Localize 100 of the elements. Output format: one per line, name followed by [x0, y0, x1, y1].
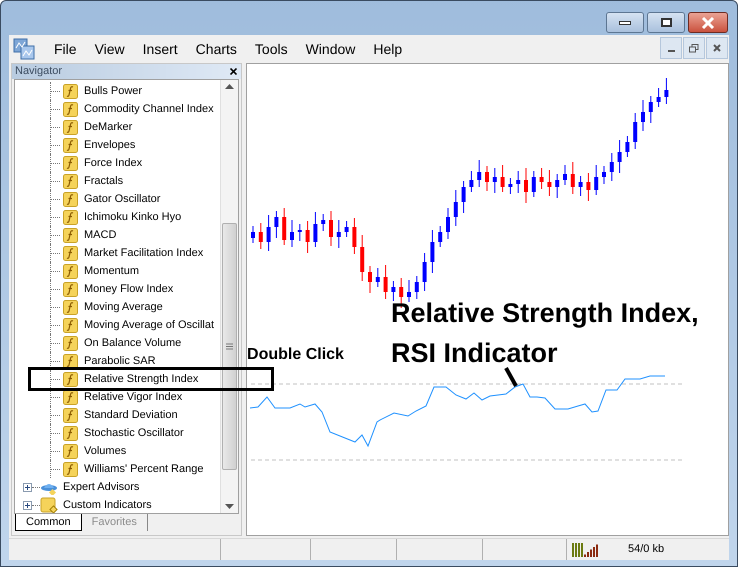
indicator-item[interactable]: MACD [84, 228, 116, 242]
folder-item[interactable]: Custom Indicators [63, 496, 152, 513]
indicator-item[interactable]: Force Index [84, 156, 142, 170]
close-icon[interactable] [230, 68, 238, 75]
expand-icon[interactable] [23, 482, 32, 492]
candlestick [462, 180, 466, 214]
app-icon [13, 38, 35, 60]
menu-item[interactable]: File [45, 38, 86, 60]
indicator-item[interactable]: Ichimoku Kinko Hyo [84, 210, 182, 224]
function-icon [63, 156, 78, 170]
menu-item[interactable]: Help [364, 38, 412, 60]
indicator-item[interactable]: Parabolic SAR [84, 354, 156, 368]
function-icon [63, 372, 78, 386]
indicator-item[interactable]: Relative Vigor Index [84, 390, 182, 404]
close-icon [701, 16, 715, 28]
candlestick [625, 136, 630, 158]
folder-item[interactable]: Expert Advisors [63, 478, 140, 496]
candlestick [547, 170, 552, 196]
menu-item[interactable]: Charts [186, 38, 246, 60]
indicator-item[interactable]: Williams' Percent Range [84, 462, 204, 476]
maximize-button[interactable] [647, 12, 685, 33]
function-icon [63, 264, 78, 278]
candlestick [500, 164, 505, 192]
expand-icon[interactable] [23, 500, 32, 510]
indicator-item[interactable]: DeMarker [84, 120, 132, 134]
scroll-thumb[interactable] [222, 223, 238, 470]
indicator-item[interactable]: Relative Strength Index [84, 372, 198, 386]
indicator-item[interactable]: Money Flow Index [84, 282, 174, 296]
indicator-item[interactable]: Gator Oscillator [84, 192, 160, 206]
candlestick [469, 170, 474, 192]
candlestick [306, 220, 310, 254]
close-icon [713, 44, 721, 52]
minimize-button[interactable] [606, 12, 644, 33]
candlestick [329, 210, 334, 246]
candlestick [368, 266, 372, 294]
indicator-item[interactable]: Fractals [84, 174, 124, 188]
child-close-button[interactable] [706, 37, 728, 59]
minimize-icon [619, 20, 631, 24]
function-icon [63, 120, 78, 134]
candlestick [274, 210, 278, 238]
candlestick [656, 88, 661, 108]
function-icon [63, 174, 78, 188]
scrollbar[interactable] [220, 80, 238, 513]
function-icon [63, 426, 78, 440]
function-icon [63, 300, 78, 314]
function-icon [63, 138, 78, 152]
indicator-item[interactable]: Stochastic Oscillator [84, 426, 184, 440]
candlestick [344, 220, 349, 238]
indicator-item[interactable]: Market Facilitation Index [84, 246, 204, 260]
candlestick [485, 166, 490, 192]
candlestick [422, 252, 427, 292]
indicator-item[interactable]: Envelopes [84, 138, 136, 152]
candlestick [321, 214, 326, 232]
menu-item[interactable]: View [86, 38, 134, 60]
traffic-text: 54/0 kb [628, 542, 664, 558]
indicator-item[interactable]: Commodity Channel Index [84, 102, 214, 116]
indicator-item[interactable]: Standard Deviation [84, 408, 178, 422]
candlestick [516, 170, 520, 194]
menu-item[interactable]: Window [296, 38, 364, 60]
candlestick [376, 268, 380, 288]
candlestick [618, 140, 622, 174]
scroll-up-icon[interactable] [225, 84, 234, 89]
indicator-item[interactable]: On Balance Volume [84, 336, 182, 350]
function-icon [63, 210, 78, 224]
close-button[interactable] [688, 12, 728, 33]
indicator-item[interactable]: Bulls Power [84, 84, 142, 98]
candlestick [430, 230, 434, 274]
function-icon [63, 246, 78, 260]
candlestick [258, 222, 263, 250]
function-icon [63, 84, 78, 98]
double-click-label: Double Click [247, 345, 344, 365]
indicator-item[interactable]: Moving Average of Oscillat [84, 318, 214, 332]
minimize-icon [668, 50, 674, 52]
candlestick [282, 208, 286, 246]
indicator-item[interactable]: Moving Average [84, 300, 163, 314]
candlestick [648, 96, 653, 124]
function-icon [63, 390, 78, 404]
scroll-down-icon[interactable] [225, 504, 234, 509]
function-icon [63, 318, 78, 332]
candlestick [446, 208, 450, 240]
candlestick [407, 280, 412, 302]
indicator-item[interactable]: Volumes [84, 444, 126, 458]
menu-item[interactable]: Tools [246, 38, 297, 60]
navigator-tab[interactable]: Common [15, 514, 82, 531]
function-icon [63, 192, 78, 206]
function-icon [63, 282, 78, 296]
candlestick [641, 100, 646, 132]
child-minimize-button[interactable] [660, 37, 682, 59]
candlestick [578, 176, 583, 196]
maximize-icon [660, 18, 672, 27]
function-icon [63, 354, 78, 368]
candlestick [540, 168, 544, 190]
candlestick [610, 152, 614, 182]
child-restore-button[interactable] [683, 37, 705, 59]
function-folder-icon [40, 496, 58, 513]
function-icon [63, 462, 78, 476]
callout-text: RSI Indicator [391, 337, 559, 370]
indicator-item[interactable]: Momentum [84, 264, 140, 278]
candlestick [555, 174, 560, 198]
menu-item[interactable]: Insert [134, 38, 187, 60]
